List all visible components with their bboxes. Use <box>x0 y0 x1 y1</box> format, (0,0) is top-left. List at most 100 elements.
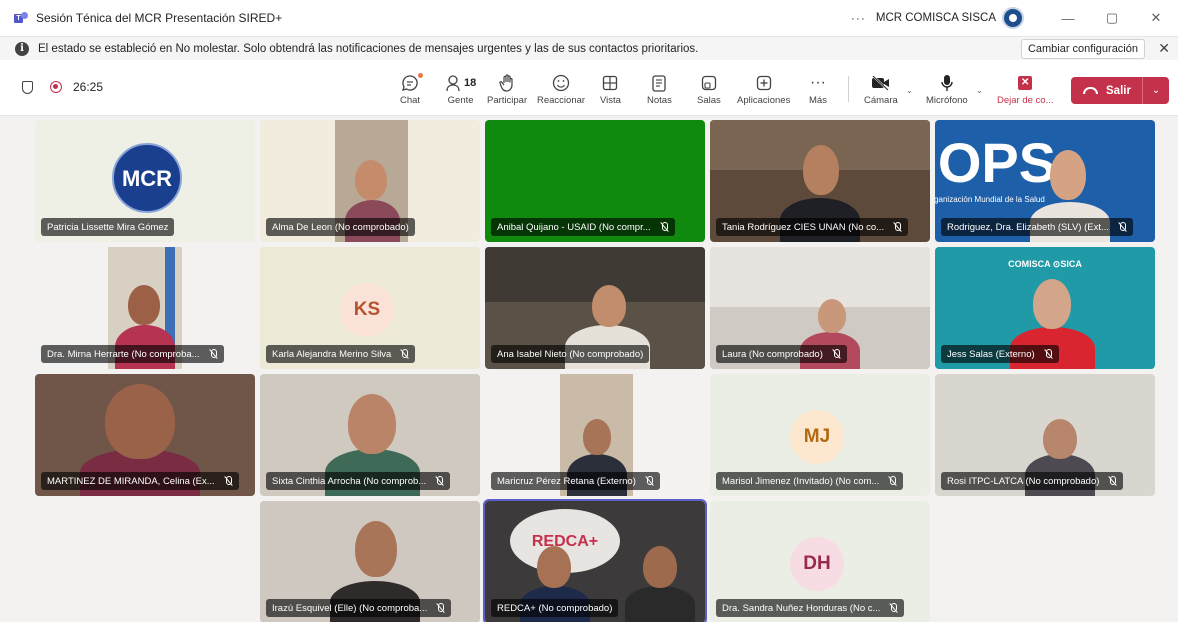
org-name: MCR COMISCA SISCA <box>875 12 996 24</box>
participant-tile[interactable]: DH Dra. Sandra Nuñez Honduras (No c... <box>710 501 930 622</box>
participant-name: Dra. Mirna Herrarte (No comproba... <box>47 348 200 360</box>
participant-count: 18 <box>464 77 477 89</box>
participant-name: Jess Salas (Externo) <box>947 348 1035 360</box>
window-title: Sesión Ténica del MCR Presentación SIRED… <box>36 11 283 25</box>
participant-tile[interactable]: COMISCA ⊙SICA Jess Salas (Externo) <box>935 247 1155 369</box>
participant-name: Dra. Sandra Nuñez Honduras (No c... <box>722 602 881 614</box>
participant-tile-active[interactable]: REDCA+ REDCA+ (No comprobado) <box>483 499 707 622</box>
participant-tile[interactable]: Anibal Quijano - USAID (No compr... <box>485 120 705 242</box>
mic-off-icon <box>1044 349 1053 359</box>
participant-tile[interactable]: Maricruz Pérez Retana (Externo) <box>485 374 705 496</box>
participant-name: Ana Isabel Nieto (No comprobado) <box>497 348 644 360</box>
people-button[interactable]: 18 Gente <box>445 72 476 106</box>
more-icon: ··· <box>809 74 826 91</box>
meeting-toolbar: 26:25 Chat 18 Gente Participar Reacciona… <box>0 60 1178 116</box>
avatar-initials: KS <box>340 283 394 337</box>
close-window-button[interactable]: ✕ <box>1134 0 1178 36</box>
minimize-button[interactable]: — <box>1046 0 1090 36</box>
more-options-icon[interactable]: ··· <box>851 11 866 25</box>
notes-button[interactable]: Notas <box>647 72 672 106</box>
participant-name: Tania Rodríguez CIES UNAN (No co... <box>722 221 885 233</box>
grid-view-icon <box>602 72 618 94</box>
participant-tile[interactable]: OPS Organización Mundial de la Salud Rod… <box>935 120 1155 242</box>
raise-hand-button[interactable]: Participar <box>487 72 527 106</box>
chat-button[interactable]: Chat <box>400 72 424 106</box>
title-bar: T Sesión Ténica del MCR Presentación SIR… <box>0 0 1178 36</box>
participant-name: Maricruz Pérez Retana (Externo) <box>497 475 636 487</box>
teams-logo-icon: T <box>14 12 28 24</box>
leave-button[interactable]: Salir ⌄ <box>1071 77 1169 104</box>
mic-off-icon <box>400 349 409 359</box>
mic-off-icon <box>645 476 654 486</box>
change-settings-button[interactable]: Cambiar configuración <box>1020 39 1145 59</box>
mic-off-icon <box>1118 222 1127 232</box>
participant-tile[interactable]: Alma De Leon (No comprobado) <box>260 120 480 242</box>
view-button[interactable]: Vista <box>600 72 621 106</box>
smiley-icon <box>552 72 570 94</box>
participant-tile[interactable]: Laura (No comprobado) <box>710 247 930 369</box>
mic-off-icon <box>889 603 898 613</box>
participant-tile[interactable]: Tania Rodríguez CIES UNAN (No co... <box>710 120 930 242</box>
more-button[interactable]: ··· Más <box>809 72 827 106</box>
participant-tile[interactable]: Ana Isabel Nieto (No comprobado) <box>485 247 705 369</box>
participant-name: Sixta Cinthia Arrocha (No comprob... <box>272 475 427 487</box>
mic-off-icon <box>224 476 233 486</box>
avatar-initials: DH <box>790 537 844 591</box>
camera-options-chevron-icon[interactable]: ⌄ <box>906 86 913 95</box>
shield-icon[interactable] <box>22 80 33 94</box>
mic-off-icon <box>435 476 444 486</box>
mic-off-icon <box>1108 476 1117 486</box>
participant-tile[interactable]: Sixta Cinthia Arrocha (No comprob... <box>260 374 480 496</box>
svg-text:COMISCA ⊙SICA: COMISCA ⊙SICA <box>1008 259 1082 269</box>
notification-bar: i El estado se estableció en No molestar… <box>0 36 1178 60</box>
notification-text: El estado se estableció en No molestar. … <box>38 42 699 55</box>
add-app-icon <box>756 72 772 94</box>
participant-tile[interactable]: KS Karla Alejandra Merino Silva <box>260 247 480 369</box>
chat-icon <box>401 72 424 94</box>
microphone-icon <box>940 72 954 94</box>
participant-name: MARTINEZ DE MIRANDA, Celina (Ex... <box>47 475 215 487</box>
participant-tile[interactable]: Dra. Mirna Herrarte (No comproba... <box>35 247 255 369</box>
participant-tile[interactable]: MJ Marisol Jimenez (Invitado) (No com... <box>710 374 930 496</box>
participant-name: Karla Alejandra Merino Silva <box>272 348 392 360</box>
participant-name: Laura (No comprobado) <box>722 348 823 360</box>
video-stage: MCR Patricia Lissette Mira Gómez Alma De… <box>0 116 1178 622</box>
mic-off-icon <box>660 222 669 232</box>
camera-button[interactable]: Cámara <box>864 72 898 106</box>
participant-tile[interactable]: Rosi ITPC-LATCA (No comprobado) <box>935 374 1155 496</box>
camera-off-icon <box>871 72 891 94</box>
leave-main[interactable]: Salir <box>1071 77 1143 104</box>
stop-sharing-button[interactable]: ✕ Dejar de co... <box>997 72 1054 106</box>
info-icon: i <box>15 41 29 56</box>
meeting-timer: 26:25 <box>73 80 104 94</box>
participant-name: REDCA+ (No comprobado) <box>497 602 613 614</box>
rooms-icon <box>701 72 717 94</box>
toolbar-divider <box>848 76 849 102</box>
mic-off-icon <box>209 349 218 359</box>
svg-text:REDCA+: REDCA+ <box>532 533 598 550</box>
svg-text:Organización Mundial de la Sal: Organización Mundial de la Salud <box>935 195 1045 204</box>
raise-hand-icon <box>499 72 515 94</box>
participant-name: Rodriguez, Dra. Elizabeth (SLV) (Ext... <box>947 221 1109 233</box>
participant-name: Rosi ITPC-LATCA (No comprobado) <box>947 475 1100 487</box>
participant-name: Alma De Leon (No comprobado) <box>272 221 409 233</box>
rooms-button[interactable]: Salas <box>697 72 721 106</box>
microphone-button[interactable]: Micrófono <box>926 72 968 106</box>
mic-off-icon <box>436 603 445 613</box>
participant-tile[interactable]: MCR Patricia Lissette Mira Gómez <box>35 120 255 242</box>
leave-options-chevron-icon[interactable]: ⌄ <box>1143 85 1169 96</box>
participant-tile[interactable]: Irazú Esquivel (Elle) (No comproba... <box>260 501 480 622</box>
mic-options-chevron-icon[interactable]: ⌄ <box>976 86 983 95</box>
participant-name: Anibal Quijano - USAID (No compr... <box>497 221 651 233</box>
org-avatar[interactable] <box>1002 7 1024 29</box>
hang-up-icon <box>1083 87 1098 94</box>
close-notification-icon[interactable]: ✕ <box>1158 40 1170 57</box>
participant-tile[interactable]: MARTINEZ DE MIRANDA, Celina (Ex... <box>35 374 255 496</box>
apps-button[interactable]: Aplicaciones <box>737 72 790 106</box>
participant-name: Irazú Esquivel (Elle) (No comproba... <box>272 602 428 614</box>
restore-button[interactable]: ▢ <box>1090 0 1134 36</box>
react-button[interactable]: Reaccionar <box>537 72 585 106</box>
participant-name: Patricia Lissette Mira Gómez <box>47 221 169 233</box>
notes-icon <box>652 72 667 94</box>
svg-text:MCR: MCR <box>122 166 172 191</box>
